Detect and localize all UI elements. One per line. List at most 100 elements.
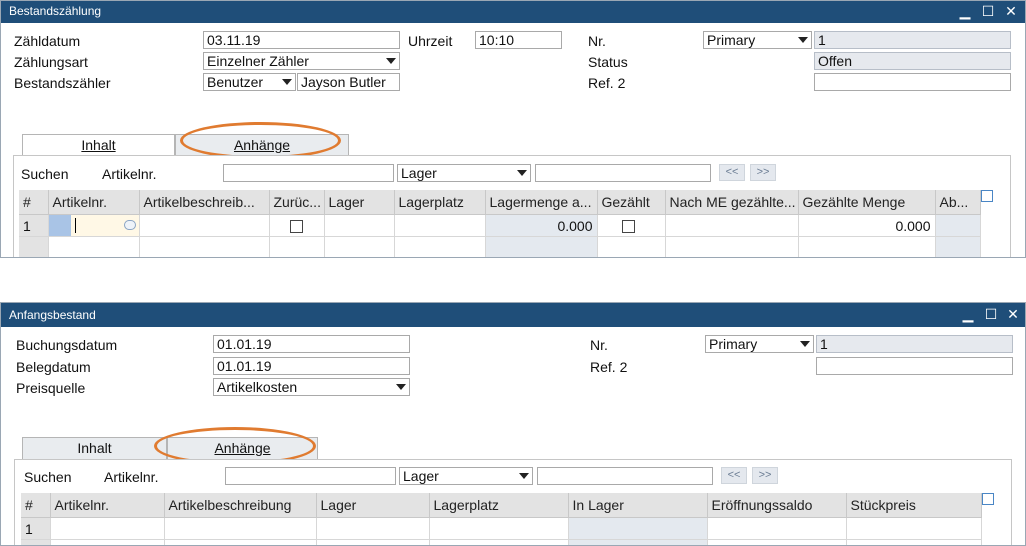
grid-cell[interactable] — [50, 517, 165, 540]
grid-cell[interactable] — [798, 236, 936, 257]
grid-cell[interactable] — [429, 539, 569, 545]
uhrzeit-label: Uhrzeit — [408, 33, 453, 49]
prev-button[interactable]: << — [719, 164, 745, 181]
search-input[interactable] — [225, 467, 396, 485]
minimize-icon[interactable]: ▁ — [958, 305, 978, 324]
grid-cell[interactable] — [394, 214, 486, 237]
window-title: Anfangsbestand — [9, 308, 96, 322]
maximize-icon[interactable]: ☐ — [981, 305, 1001, 324]
contents-grid: # Artikelnr. Artikelbeschreib... Zurüc..… — [19, 190, 981, 257]
column-header[interactable]: Lager — [324, 190, 395, 215]
column-header[interactable]: Artikelbeschreibung — [164, 493, 317, 518]
buchungsdatum-label: Buchungsdatum — [16, 337, 118, 353]
grid-cell[interactable] — [48, 236, 140, 257]
grid-cell[interactable] — [597, 214, 666, 237]
column-header[interactable]: In Lager — [568, 493, 708, 518]
expand-icon[interactable] — [982, 493, 994, 505]
grid-cell[interactable] — [707, 517, 847, 540]
column-header[interactable]: Artikelnr. — [50, 493, 165, 518]
column-header[interactable]: Artikelnr. — [48, 190, 140, 215]
grid-cell[interactable] — [324, 236, 395, 257]
nr-series-select[interactable]: Primary — [705, 335, 814, 353]
column-header[interactable]: Eröffnungssaldo — [707, 493, 847, 518]
column-header[interactable]: Gezählt — [597, 190, 666, 215]
column-header[interactable]: # — [21, 493, 51, 518]
chevron-down-icon — [517, 170, 527, 176]
expand-icon[interactable] — [981, 190, 993, 202]
minimize-icon[interactable]: ▁ — [955, 2, 975, 21]
lager-filter-input[interactable] — [535, 164, 711, 182]
column-header[interactable]: Artikelbeschreib... — [139, 190, 270, 215]
grid-cell[interactable] — [324, 214, 395, 237]
uhrzeit-field[interactable]: 10:10 — [475, 31, 562, 49]
grid-cell[interactable] — [846, 517, 982, 540]
search-input[interactable] — [223, 164, 394, 182]
zaehlungsart-value: Einzelner Zähler — [207, 53, 309, 69]
grid-cell[interactable] — [269, 236, 325, 257]
lager-select[interactable]: Lager — [399, 467, 533, 485]
column-header[interactable]: Gezählte Menge — [798, 190, 936, 215]
zurueck-checkbox[interactable] — [290, 220, 303, 234]
tab-inhalt[interactable]: Inhalt — [22, 134, 175, 156]
grid-cell[interactable] — [316, 539, 430, 545]
bestandszaehler-type-select[interactable]: Benutzer — [203, 73, 296, 91]
lager-filter-input[interactable] — [537, 467, 713, 485]
grid-cell — [568, 539, 708, 545]
grid-cell[interactable] — [707, 539, 847, 545]
column-header[interactable]: Nach ME gezählte... — [665, 190, 799, 215]
column-header[interactable]: Ab... — [935, 190, 981, 215]
preisquelle-select[interactable]: Artikelkosten — [213, 378, 410, 396]
next-button[interactable]: >> — [752, 467, 778, 484]
artikelnr-cell[interactable] — [48, 214, 140, 237]
gezaehlte-menge-cell[interactable]: 0.000 — [798, 214, 936, 237]
grid-cell[interactable] — [139, 236, 270, 257]
zaehlungsart-select[interactable]: Einzelner Zähler — [203, 52, 400, 70]
grid-cell — [568, 517, 708, 540]
close-icon[interactable]: ✕ — [1001, 2, 1021, 21]
prev-button[interactable]: << — [721, 467, 747, 484]
zaehldatum-field[interactable]: 03.11.19 — [203, 31, 400, 49]
buchungsdatum-field[interactable]: 01.01.19 — [213, 335, 410, 353]
column-header[interactable]: # — [19, 190, 49, 215]
grid-cell[interactable] — [164, 539, 317, 545]
maximize-icon[interactable]: ☐ — [978, 2, 998, 21]
column-header[interactable]: Lagermenge a... — [485, 190, 598, 215]
choose-from-list-icon[interactable] — [123, 220, 136, 230]
column-header[interactable]: Stückpreis — [846, 493, 982, 518]
lager-select[interactable]: Lager — [397, 164, 531, 182]
ref2-field[interactable] — [814, 73, 1011, 91]
grid-cell[interactable] — [665, 236, 799, 257]
next-button[interactable]: >> — [750, 164, 776, 181]
column-header[interactable]: Lagerplatz — [429, 493, 569, 518]
column-header[interactable]: Lager — [316, 493, 430, 518]
bestandszaehler-field[interactable]: Jayson Butler — [297, 73, 400, 91]
grid-cell[interactable] — [665, 214, 799, 237]
grid-header-row: # Artikelnr. Artikelbeschreibung Lager L… — [21, 493, 982, 518]
lager-select-value: Lager — [401, 165, 437, 181]
close-icon[interactable]: ✕ — [1003, 305, 1023, 324]
grid-cell[interactable] — [139, 214, 270, 237]
table-row: 1 0.000 0.000 — [19, 214, 981, 237]
grid-cell[interactable] — [50, 539, 165, 545]
nr-field: 1 — [814, 31, 1011, 49]
grid-cell[interactable] — [429, 517, 569, 540]
search-field-label: Artikelnr. — [102, 166, 157, 182]
grid-cell[interactable] — [394, 236, 486, 257]
row-number[interactable]: 1 — [21, 517, 51, 540]
grid-cell[interactable] — [269, 214, 325, 237]
gezaehlt-checkbox[interactable] — [621, 220, 635, 234]
grid-cell[interactable] — [846, 539, 982, 545]
bestandszaehler-type-value: Benutzer — [207, 74, 264, 90]
ref2-field[interactable] — [816, 357, 1013, 375]
column-header[interactable]: Lagerplatz — [394, 190, 486, 215]
belegdatum-field[interactable]: 01.01.19 — [213, 357, 410, 375]
nr-label: Nr. — [588, 33, 606, 49]
grid-cell[interactable] — [597, 236, 666, 257]
column-header[interactable]: Zurüc... — [269, 190, 325, 215]
grid-cell[interactable] — [316, 517, 430, 540]
nr-series-select[interactable]: Primary — [703, 31, 812, 49]
nr-series-value: Primary — [709, 336, 758, 352]
grid-cell[interactable] — [164, 517, 317, 540]
tab-inhalt[interactable]: Inhalt — [22, 437, 167, 459]
row-number[interactable]: 1 — [19, 214, 49, 237]
